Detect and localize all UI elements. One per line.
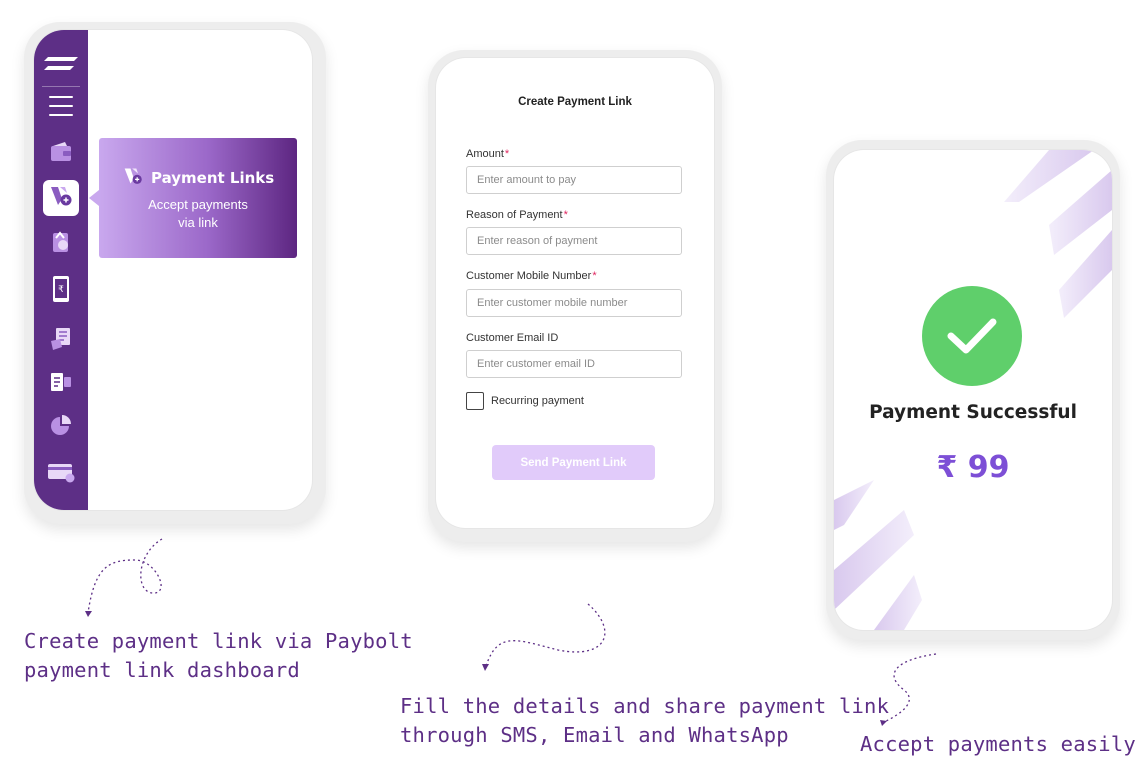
caption-step-2-line1: Fill the details and share payment link [400,694,890,718]
sidebar-item-mobile-payments[interactable]: ₹ [43,273,79,309]
success-check-icon [922,286,1022,386]
payment-success-card: Payment Successful ₹ 99 [834,150,1112,630]
reason-input[interactable] [466,227,682,255]
reason-label: Reason of Payment* [466,209,568,221]
sidebar-item-documents[interactable] [43,323,79,359]
payment-links-icon [49,185,73,211]
payment-success-title: Payment Successful [869,402,1077,423]
decorative-stripes-top [1004,150,1112,318]
amount-label: Amount* [466,148,510,160]
wallet-icon [50,142,72,166]
email-label: Customer Email ID [466,332,559,344]
caption-step-2: Fill the details and share payment link … [400,692,889,750]
sidebar-item-analytics[interactable] [43,410,79,446]
send-payment-link-button[interactable]: Send Payment Link [492,445,655,480]
popover-description-line2: via link [178,215,218,230]
popover-description: Accept payments via link [99,196,297,232]
create-payment-link-form: Create Payment Link Amount* Reason of Pa… [436,58,714,528]
brand-logo-icon [44,56,78,75]
dotted-arrow-2 [482,603,606,671]
payment-amount: ₹ 99 [936,450,1010,485]
popover-title: Payment Links [151,169,275,187]
caption-step-3: Accept payments easily [860,732,1136,756]
mobile-input[interactable] [466,289,682,317]
caption-step-2-line2: through SMS, Email and WhatsApp [400,723,789,747]
payout-icon [50,230,72,258]
payment-links-icon [123,166,143,190]
menu-icon[interactable] [49,96,73,118]
dotted-arrow-1 [85,538,163,617]
caption-step-1-line2: payment link dashboard [24,658,300,682]
dashboard-card: ₹ Payment Links Accept payments via link [34,30,312,510]
documents-icon [50,327,72,355]
recurring-payment-row: Recurring payment [466,392,584,410]
sidebar-item-payment-links[interactable] [43,180,79,216]
decorative-stripes-bottom [834,480,922,630]
sidebar: ₹ [34,30,88,510]
mobile-rupee-icon: ₹ [52,275,70,307]
analytics-icon [49,414,73,442]
payment-links-popover: Payment Links Accept payments via link [99,138,297,258]
caption-step-1: Create payment link via Paybolt payment … [24,627,413,685]
svg-text:₹: ₹ [58,285,64,295]
sidebar-item-cards[interactable] [43,456,79,492]
amount-input[interactable] [466,166,682,194]
mobile-label: Customer Mobile Number* [466,270,597,282]
popover-description-line1: Accept payments [148,197,248,212]
card-icon [47,461,75,487]
email-input[interactable] [466,350,682,378]
sidebar-divider [42,86,80,87]
popover-arrow [89,190,99,206]
sidebar-item-wallet[interactable] [43,136,79,172]
form-title: Create Payment Link [518,96,632,108]
recurring-payment-label: Recurring payment [491,395,584,407]
ledger-icon [50,372,72,396]
recurring-payment-checkbox[interactable] [466,392,484,410]
sidebar-item-payout[interactable] [43,226,79,262]
sidebar-item-ledger[interactable] [43,366,79,402]
caption-step-1-line1: Create payment link via Paybolt [24,629,413,653]
